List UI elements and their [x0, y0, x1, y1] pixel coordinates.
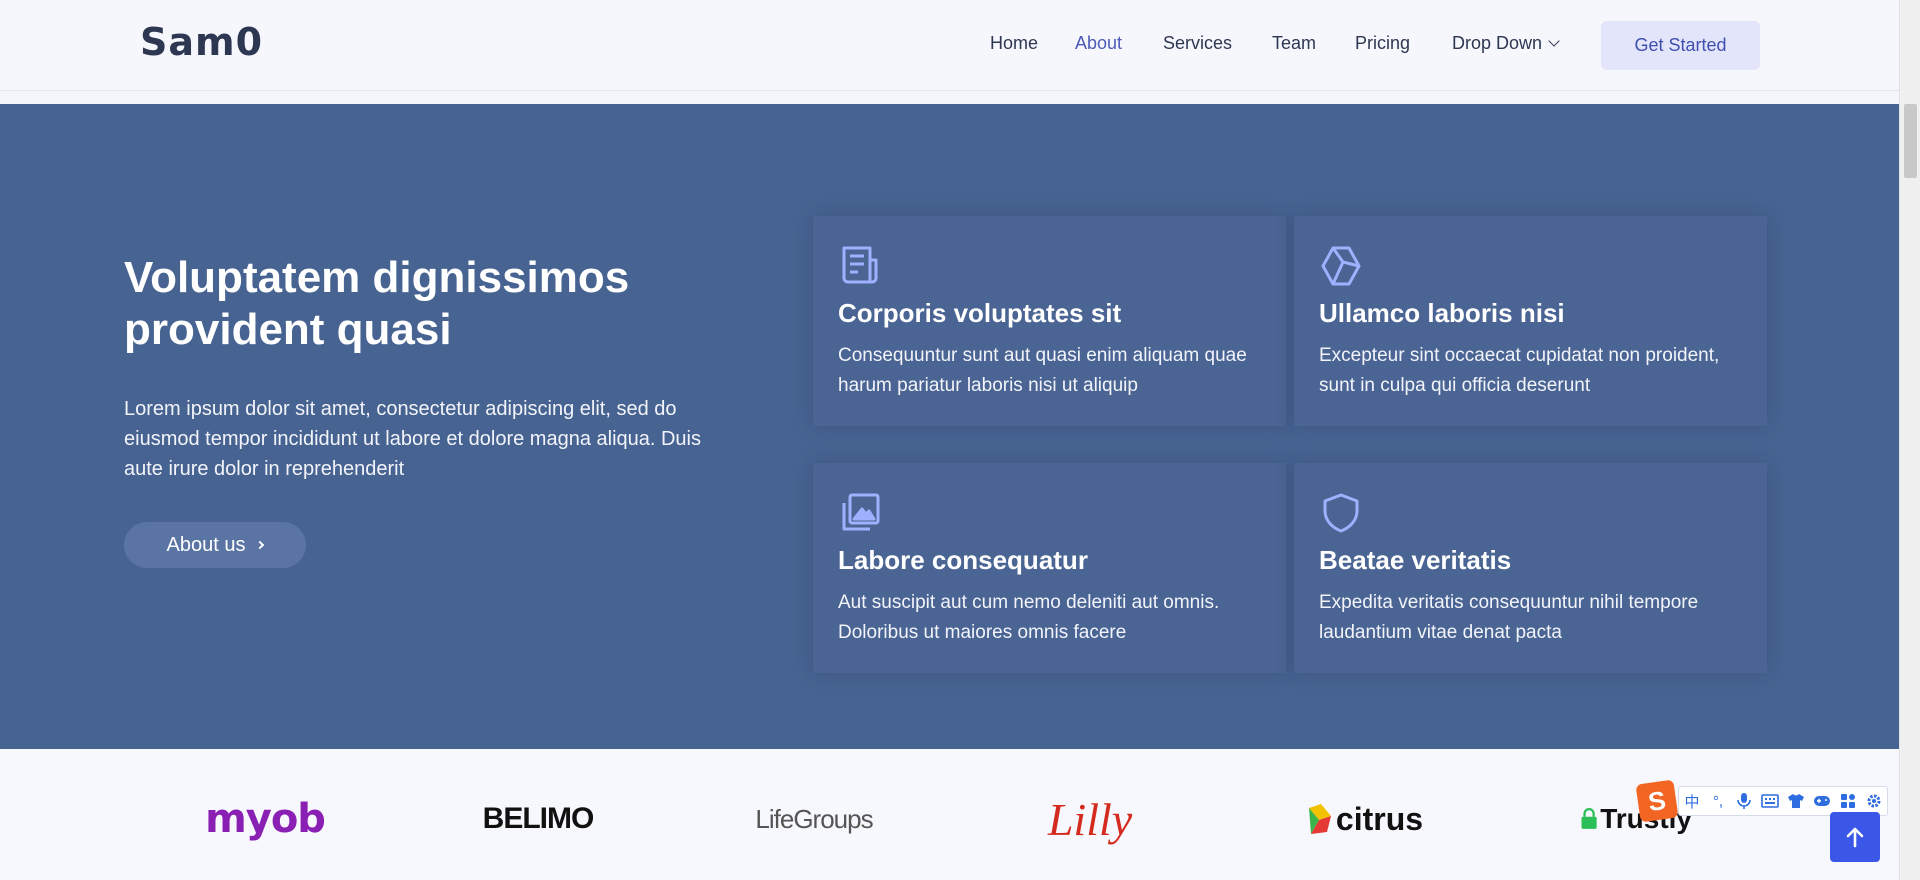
client-logo-lifegroups[interactable]: LifeGroups: [752, 789, 876, 849]
about-us-button[interactable]: About us: [124, 522, 306, 568]
nav-services[interactable]: Services: [1163, 33, 1232, 54]
arrow-up-icon: [1846, 827, 1864, 848]
nav-team[interactable]: Team: [1272, 33, 1316, 54]
client-logo-citrus[interactable]: citrus: [1305, 789, 1425, 849]
site-logo[interactable]: Sam0: [140, 20, 263, 64]
client-name: citrus: [1335, 800, 1424, 837]
chevron-down-icon: [1548, 35, 1560, 47]
feature-text: Aut suscipit aut cum nemo deleniti aut o…: [838, 592, 1220, 643]
keyboard-icon[interactable]: [1761, 794, 1779, 808]
feature-card: Corporis voluptates sit Consequuntur sun…: [813, 216, 1286, 426]
feature-title: Ullamco laboris nisi: [1319, 298, 1565, 328]
client-logo-myob[interactable]: myob: [205, 789, 326, 849]
client-name: BELIMO: [482, 802, 595, 835]
feature-title: Labore consequatur: [838, 545, 1088, 575]
feature-text: Excepteur sint occaecat cupidatat non pr…: [1319, 345, 1720, 396]
feature-text: Consequuntur sunt aut quasi enim aliquam…: [838, 345, 1247, 396]
ime-chinese-toggle[interactable]: 中: [1683, 791, 1701, 812]
shield-icon: [1323, 493, 1359, 533]
clients-section: myob BELIMO LifeGroups Lilly citrus Trus…: [0, 749, 1899, 880]
site-header: Sam0 Home About Services Team Pricing Dr…: [0, 0, 1899, 91]
section-title: Voluptatem dignissimos provident quasi: [124, 253, 630, 354]
feature-text: Expedita veritatis consequuntur nihil te…: [1319, 592, 1699, 643]
client-name: myob: [205, 796, 326, 842]
get-started-button[interactable]: Get Started: [1601, 21, 1760, 70]
back-to-top-button[interactable]: [1830, 812, 1880, 862]
feature-card: Beatae veritatis Expedita veritatis cons…: [1294, 463, 1767, 673]
sogou-logo-icon[interactable]: S: [1635, 779, 1679, 823]
chevron-right-icon: [256, 540, 265, 550]
client-name: Lilly: [1047, 793, 1133, 845]
shirt-icon[interactable]: [1787, 793, 1805, 809]
section-description: Lorem ipsum dolor sit amet, consectetur …: [124, 398, 702, 480]
newspaper-icon: [842, 246, 878, 284]
nav-dropdown[interactable]: Drop Down: [1452, 33, 1560, 54]
about-us-label: About us: [166, 533, 246, 556]
client-logo-belimo[interactable]: BELIMO: [478, 789, 598, 849]
mic-icon[interactable]: [1735, 792, 1753, 810]
feature-title: Beatae veritatis: [1319, 545, 1512, 575]
client-name: LifeGroups: [755, 803, 873, 834]
scrollbar-thumb[interactable]: [1904, 104, 1917, 178]
feature-title: Corporis voluptates sit: [838, 298, 1122, 328]
cube-icon: [1321, 246, 1361, 286]
grid-icon[interactable]: [1839, 793, 1857, 809]
about-section: Voluptatem dignissimos provident quasi L…: [0, 104, 1899, 749]
feature-card: Labore consequatur Aut suscipit aut cum …: [813, 463, 1286, 673]
nav-pricing[interactable]: Pricing: [1355, 33, 1410, 54]
client-logo-lilly[interactable]: Lilly: [1030, 789, 1150, 849]
padlock-icon: [1581, 808, 1597, 829]
ime-punctuation-toggle[interactable]: °,: [1709, 793, 1727, 810]
feature-card: Ullamco laboris nisi Excepteur sint occa…: [1294, 216, 1767, 426]
nav-about[interactable]: About: [1075, 33, 1122, 54]
settings-icon[interactable]: [1865, 793, 1883, 809]
nav-dropdown-label: Drop Down: [1452, 33, 1543, 53]
nav-home[interactable]: Home: [990, 33, 1038, 54]
images-icon: [842, 493, 880, 531]
page-scrollbar[interactable]: [1899, 0, 1920, 880]
citrus-mark-icon: [1308, 804, 1331, 834]
gamepad-icon[interactable]: [1813, 794, 1831, 808]
